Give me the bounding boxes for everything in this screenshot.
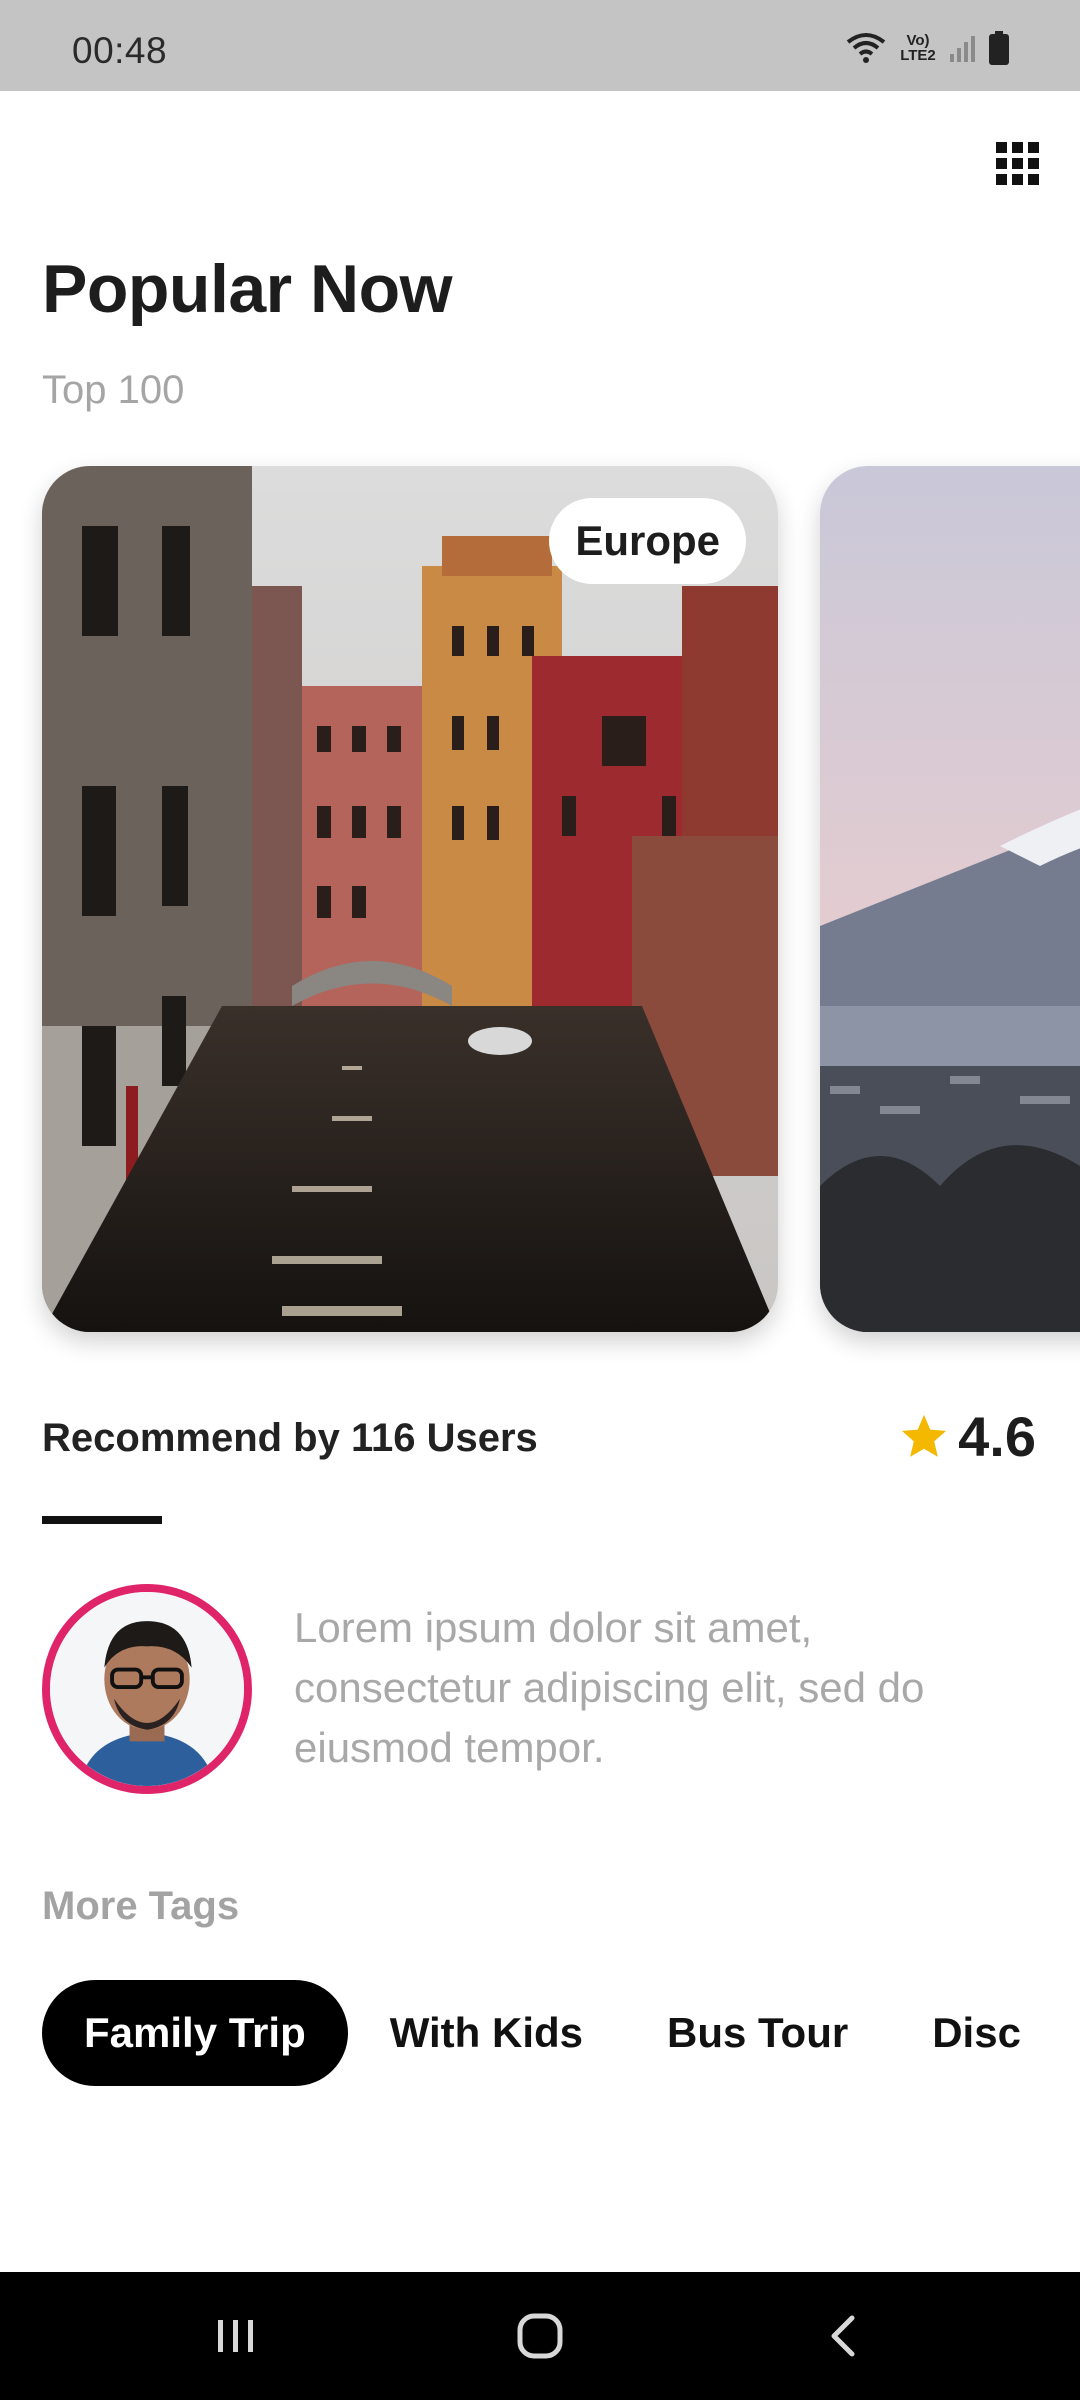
recent-apps-icon[interactable] [206,2306,266,2366]
screen: 00:48 Vo) LTE2 Popular Now Top 100 Europ… [0,0,1080,2400]
page-subtitle: Top 100 [42,368,185,412]
wifi-icon [846,33,886,63]
recommendation-text: Recommend by 116 Users [42,1416,538,1460]
destination-card-europe[interactable]: Europe [42,466,778,1332]
home-icon[interactable] [510,2306,570,2366]
section-underline [42,1516,162,1524]
mount-fuji-photo [820,466,1080,1332]
tag-family-trip[interactable]: Family Trip [42,1980,348,2086]
signal-icon [950,36,975,62]
system-nav-bar [0,2272,1080,2400]
region-badge: Europe [549,498,746,584]
review-text: Lorem ipsum dolor sit amet, consectetur … [294,1604,925,1771]
more-tags-label: More Tags [42,1884,240,1928]
page-title: Popular Now [42,251,453,327]
status-time: 00:48 [72,30,168,71]
destination-card-next[interactable] [820,466,1080,1332]
status-bar: 00:48 Vo) LTE2 [0,0,1080,91]
tag-list: Family Trip With Kids Bus Tour Disc [42,1980,1063,2086]
star-icon [902,1414,947,1457]
status-icons: Vo) LTE2 [844,28,1010,68]
grid-icon[interactable] [996,142,1040,186]
venice-canal-photo [42,466,778,1332]
tag-disc[interactable]: Disc [890,1980,1063,2086]
tag-bus-tour[interactable]: Bus Tour [625,1980,890,2086]
user-portrait [50,1592,244,1786]
rating-value: 4.6 [958,1405,1036,1468]
battery-icon [989,31,1009,65]
avatar[interactable] [42,1584,252,1794]
tag-with-kids[interactable]: With Kids [348,1980,625,2086]
network-label: Vo) LTE2 [900,32,936,64]
rating: 4.6 [898,1404,1036,1469]
back-icon[interactable] [814,2306,874,2366]
